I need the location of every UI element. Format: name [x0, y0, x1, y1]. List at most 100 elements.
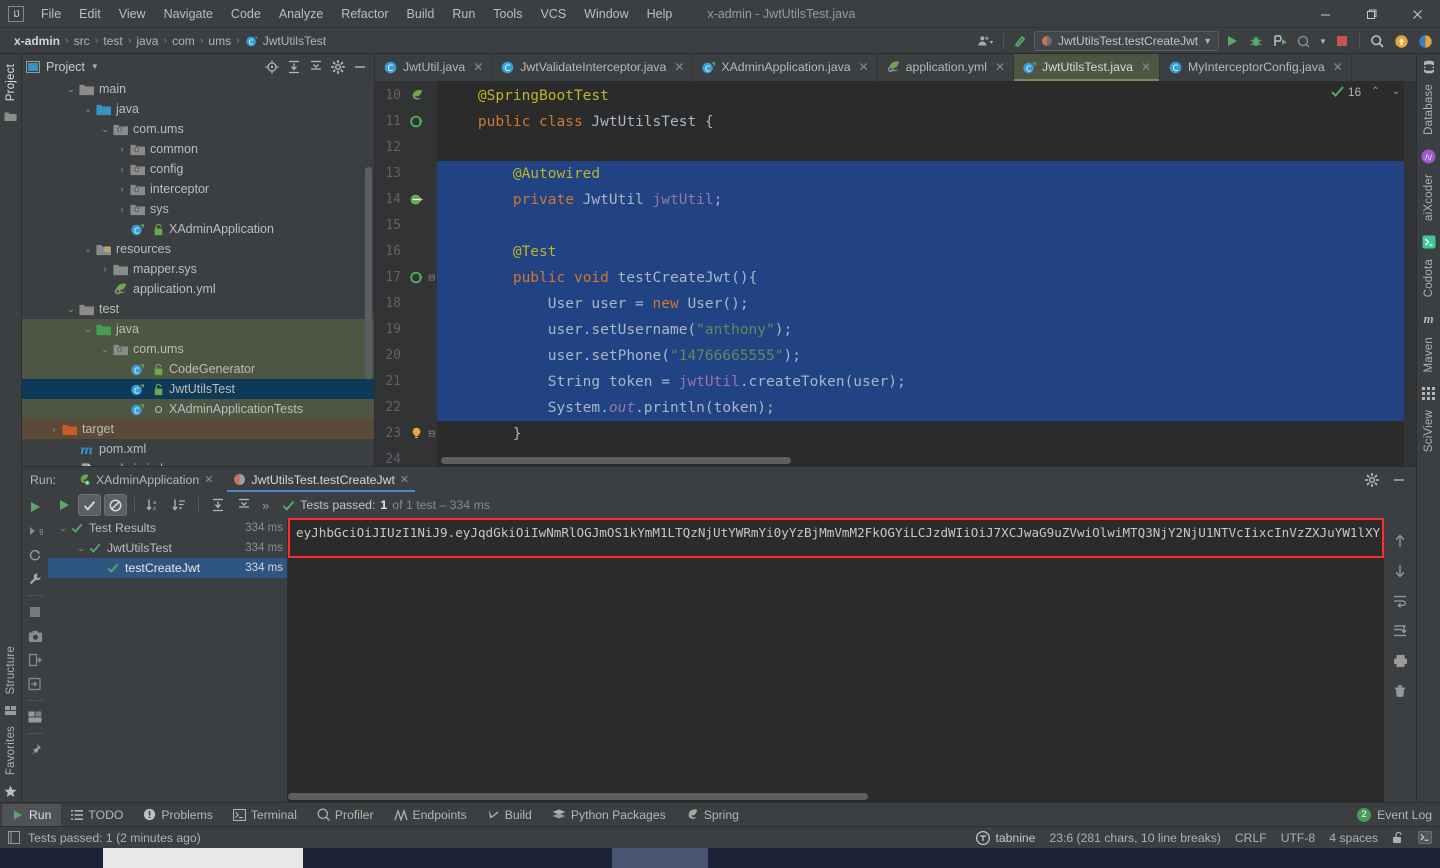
lock-icon[interactable]	[1392, 831, 1404, 844]
tool-button-sciview[interactable]: SciView	[1423, 404, 1435, 458]
test-tree-node[interactable]: ⌄ Test Results 334 ms	[48, 518, 287, 538]
expand-all-icon[interactable]	[206, 494, 229, 516]
tabnine-widget[interactable]: tabnine	[976, 830, 1035, 845]
menu-build[interactable]: Build	[398, 3, 444, 25]
project-tree-node[interactable]: C JwtUtilsTest	[22, 379, 374, 400]
toolwindow-run[interactable]: Run	[2, 803, 62, 826]
console-horizontal-scrollbar[interactable]	[288, 793, 868, 800]
project-tree-node[interactable]: › target	[22, 419, 374, 440]
tool-button-favorites[interactable]: Favorites	[5, 720, 17, 781]
code-editor[interactable]: 10 11 12 13 14 15 16 17 ⊟ 18 19 20 21 22 23 ⊟ 24 @Spring…	[375, 80, 1416, 467]
import-test-results-icon[interactable]	[24, 673, 46, 695]
indent-setting[interactable]: 4 spaces	[1329, 831, 1378, 845]
breadcrumb-item-test[interactable]: test	[99, 34, 126, 48]
test-results-tree[interactable]: ⌄ Test Results 334 ms ⌄ JwtUtilsTest 334 ms te…	[48, 518, 288, 802]
hide-panel-icon[interactable]	[1387, 469, 1410, 491]
close-icon[interactable]: ✕	[859, 60, 869, 74]
close-icon[interactable]: ✕	[473, 60, 483, 74]
gutter-line[interactable]: 13	[375, 161, 437, 187]
toolwindow-terminal[interactable]: Terminal	[223, 804, 307, 826]
show-passed-tests-icon[interactable]	[78, 494, 101, 516]
project-tree-node[interactable]: ⌄ java	[22, 319, 374, 340]
project-tree-node[interactable]: application.yml	[22, 279, 374, 299]
line-separator[interactable]: CRLF	[1235, 831, 1267, 845]
settings-gear-icon[interactable]	[328, 57, 348, 77]
override-icon[interactable]	[405, 114, 427, 129]
code-line[interactable]: User user = new User();	[437, 290, 1416, 317]
test-tree-node[interactable]: ⌄ JwtUtilsTest 334 ms	[48, 538, 287, 558]
stop-icon[interactable]	[24, 601, 46, 623]
code-line[interactable]: @Autowired	[437, 160, 1416, 187]
toggle-auto-test-icon[interactable]	[24, 544, 46, 566]
code-line[interactable]: String token = jwtUtil.createToken(user)…	[437, 368, 1416, 395]
project-tree-node[interactable]: ⌄ test	[22, 299, 374, 319]
clear-all-icon[interactable]	[1389, 680, 1411, 702]
code-line[interactable]: private JwtUtil jwtUtil;	[437, 186, 1416, 213]
ai-assistant-icon[interactable]	[1414, 30, 1436, 52]
editor-gutter[interactable]: 10 11 12 13 14 15 16 17 ⊟ 18 19 20 21 22 23 ⊟ 24	[375, 80, 437, 467]
editor-tab[interactable]: application.yml ✕	[878, 54, 1015, 81]
breadcrumb-item-src[interactable]: src	[70, 34, 94, 48]
expand-all-icon[interactable]	[284, 57, 304, 77]
toolwindow-spring[interactable]: Spring	[676, 804, 749, 826]
gutter-line[interactable]: 11	[375, 109, 437, 135]
taskbar-active-window[interactable]	[612, 848, 708, 868]
code-line[interactable]	[437, 212, 1416, 239]
code-text[interactable]: @SpringBootTest public class JwtUtilsTes…	[437, 80, 1416, 466]
editor-tab[interactable]: C JwtValidateInterceptor.java ✕	[492, 54, 694, 81]
user-dropdown-icon[interactable]	[975, 30, 997, 52]
pin-icon[interactable]	[24, 739, 46, 761]
toolwindow-endpoints[interactable]: Endpoints	[384, 804, 477, 826]
tool-button-project[interactable]: Project	[5, 58, 17, 107]
stop-button[interactable]	[1331, 30, 1353, 52]
chevron-down-icon[interactable]: ⌄	[74, 543, 88, 554]
toolwindow-problems[interactable]: Problems	[133, 804, 222, 826]
gutter-line[interactable]: 23 ⊟	[375, 421, 437, 447]
test-settings-wrench-icon[interactable]	[24, 568, 46, 590]
sort-by-duration-icon[interactable]	[168, 494, 191, 516]
menu-code[interactable]: Code	[222, 3, 270, 25]
chevron-right-icon[interactable]: ›	[47, 424, 61, 434]
run-tab-jwtutilstest[interactable]: JwtUtilsTest.testCreateJwt ✕	[223, 467, 419, 492]
rerun-icon[interactable]	[24, 496, 46, 518]
next-problem-icon[interactable]: ⌄	[1392, 86, 1400, 97]
search-everywhere-icon[interactable]	[1366, 30, 1388, 52]
gutter-line[interactable]: 22	[375, 395, 437, 421]
breadcrumb-item-class[interactable]: C JwtUtilsTest	[241, 34, 330, 48]
taskbar-window[interactable]	[103, 848, 303, 868]
gutter-line[interactable]: 20	[375, 343, 437, 369]
project-tree-node[interactable]: ⌄ com.ums	[22, 119, 374, 139]
notifications-icon[interactable]	[1390, 30, 1412, 52]
scroll-down-icon[interactable]	[1389, 560, 1411, 582]
export-test-results-icon[interactable]	[24, 649, 46, 671]
gutter-line[interactable]: 15	[375, 213, 437, 239]
run-tab-xadminapplication[interactable]: XAdminApplication ✕	[68, 467, 223, 492]
chevron-right-icon[interactable]: ›	[115, 144, 129, 154]
editor-tab[interactable]: C JwtUtilsTest.java ✕	[1014, 54, 1160, 81]
breadcrumb-item-ums[interactable]: ums	[204, 34, 235, 48]
project-tree-node[interactable]: ⌄ com.ums	[22, 339, 374, 360]
menu-navigate[interactable]: Navigate	[155, 3, 222, 25]
code-line[interactable]: @SpringBootTest	[437, 83, 1416, 109]
maximize-button[interactable]	[1348, 0, 1394, 28]
gutter-line[interactable]: 16	[375, 239, 437, 265]
code-line[interactable]: user.setPhone("14766665555");	[437, 342, 1416, 369]
project-tree-scrollbar[interactable]	[365, 167, 372, 380]
chevron-right-icon[interactable]: ›	[115, 184, 129, 194]
menu-edit[interactable]: Edit	[70, 3, 110, 25]
run-with-coverage-button[interactable]	[1269, 30, 1291, 52]
debug-button[interactable]	[1245, 30, 1267, 52]
layout-settings-icon[interactable]	[24, 706, 46, 728]
code-line[interactable]: System.out.println(token);	[437, 394, 1416, 421]
settings-gear-icon[interactable]	[1360, 469, 1383, 491]
run-configuration-selector[interactable]: JwtUtilsTest.testCreateJwt ▼	[1034, 31, 1219, 51]
close-button[interactable]	[1394, 0, 1440, 28]
breadcrumb-item-com[interactable]: com	[168, 34, 199, 48]
project-tree-node[interactable]: ⌄ resources	[22, 239, 374, 259]
project-tree-node[interactable]: C XAdminApplicationTests	[22, 399, 374, 420]
prev-problem-icon[interactable]: ⌃	[1371, 86, 1379, 97]
more-actions-icon[interactable]: »	[262, 498, 269, 513]
chevron-right-icon[interactable]: ›	[115, 164, 129, 174]
console-output-panel[interactable]: eyJhbGciOiJIUzI1NiJ9.eyJqdGkiOiIwNmRlOGJ…	[288, 518, 1384, 802]
print-icon[interactable]	[1389, 650, 1411, 672]
